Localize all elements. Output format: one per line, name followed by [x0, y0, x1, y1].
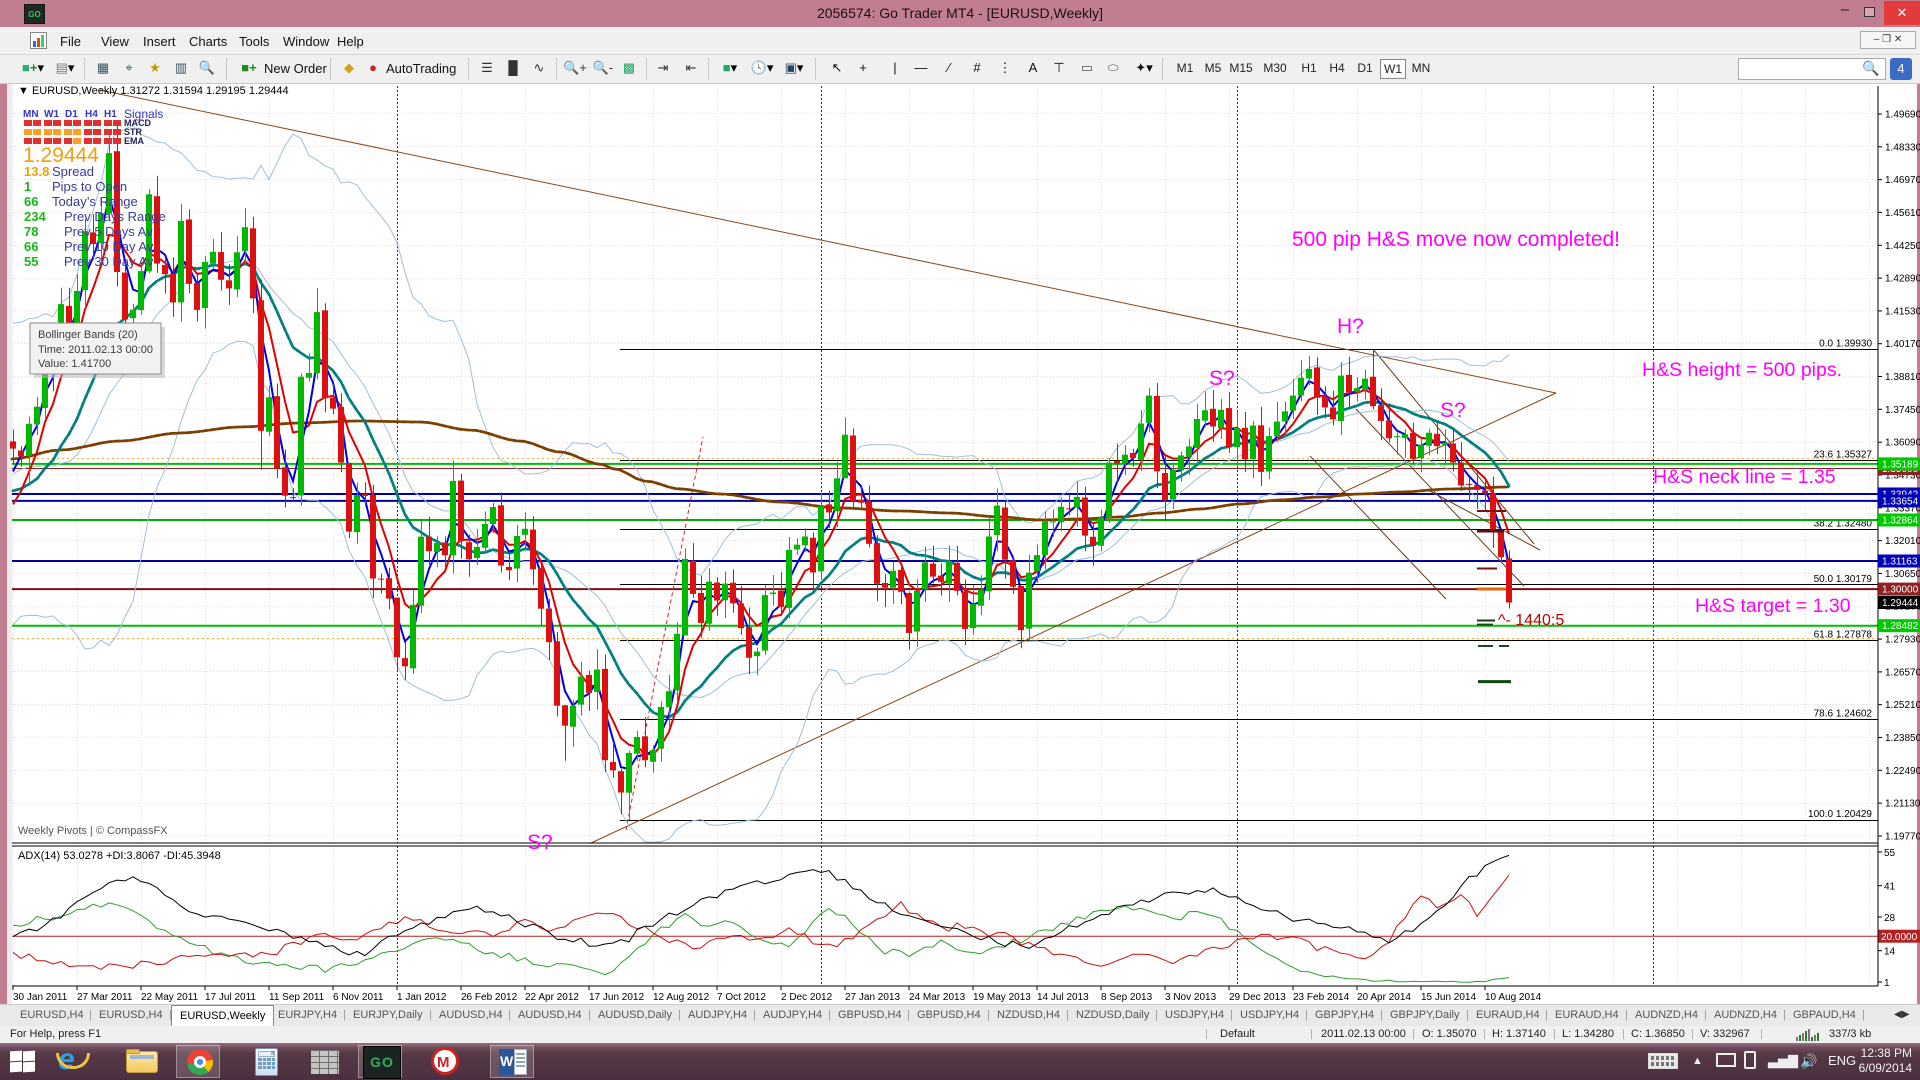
svg-text:^- 1440:5: ^- 1440:5 — [1498, 612, 1564, 629]
svg-text:Prev 10 Day Av: Prev 10 Day Av — [64, 239, 154, 254]
svg-text:1.31163: 1.31163 — [1882, 557, 1918, 568]
svg-text:Pips to Open: Pips to Open — [52, 179, 127, 194]
svg-text:Weekly Pivots | © CompassFX: Weekly Pivots | © CompassFX — [18, 825, 168, 837]
svg-text:30 Jan 2011: 30 Jan 2011 — [13, 992, 68, 1003]
svg-text:H&S target = 1.30: H&S target = 1.30 — [1695, 595, 1851, 617]
svg-text:2 Dec 2012: 2 Dec 2012 — [781, 992, 833, 1003]
svg-text:1: 1 — [24, 179, 31, 194]
svg-text:1 Jan 2012: 1 Jan 2012 — [397, 992, 447, 1003]
svg-text:1.36090: 1.36090 — [1885, 438, 1920, 449]
svg-text:55: 55 — [1884, 848, 1896, 859]
svg-text:27 Jan 2013: 27 Jan 2013 — [845, 992, 900, 1003]
svg-text:Bollinger Bands (20): Bollinger Bands (20) — [38, 329, 138, 341]
svg-text:1.33654: 1.33654 — [1882, 496, 1919, 507]
svg-text:Prev 5 Days Av: Prev 5 Days Av — [64, 224, 153, 239]
svg-text:1.23850: 1.23850 — [1885, 733, 1920, 744]
svg-text:41: 41 — [1884, 882, 1896, 893]
svg-text:1.29444: 1.29444 — [1882, 598, 1919, 609]
svg-text:1.19770: 1.19770 — [1885, 832, 1920, 843]
svg-text:1.42890: 1.42890 — [1885, 274, 1920, 285]
svg-text:1.26570: 1.26570 — [1885, 667, 1920, 678]
svg-text:S?: S? — [527, 831, 553, 854]
svg-text:H&S height = 500 pips.: H&S height = 500 pips. — [1642, 359, 1842, 381]
svg-text:▼ EURUSD,Weekly 1.31272 1.315: ▼ EURUSD,Weekly 1.31272 1.31594 1.29195 … — [18, 85, 289, 97]
svg-text:ADX(14) 53.0278 +DI:3.8067 -DI: ADX(14) 53.0278 +DI:3.8067 -DI:45.3948 — [18, 850, 221, 862]
svg-text:1.30650: 1.30650 — [1885, 569, 1920, 580]
svg-text:22 May 2011: 22 May 2011 — [141, 992, 199, 1003]
svg-text:Time: 2011.02.13 00:00: Time: 2011.02.13 00:00 — [38, 344, 153, 356]
svg-text:Today’s Range: Today’s Range — [52, 194, 138, 209]
svg-text:1.28482: 1.28482 — [1882, 621, 1919, 632]
svg-text:27 Mar 2011: 27 Mar 2011 — [77, 992, 133, 1003]
svg-text:100.0 1.20429: 100.0 1.20429 — [1808, 809, 1872, 820]
svg-text:D1: D1 — [65, 109, 78, 120]
svg-text:S?: S? — [1440, 399, 1466, 422]
svg-text:8 Sep 2013: 8 Sep 2013 — [1101, 992, 1153, 1003]
svg-text:22 Apr 2012: 22 Apr 2012 — [525, 992, 579, 1003]
svg-text:66: 66 — [24, 239, 38, 254]
svg-text:78.6 1.24602: 78.6 1.24602 — [1814, 708, 1873, 719]
svg-text:1.48330: 1.48330 — [1885, 142, 1920, 153]
svg-text:H4: H4 — [85, 109, 98, 120]
svg-text:1.37450: 1.37450 — [1885, 405, 1920, 416]
svg-text:1.35189: 1.35189 — [1882, 459, 1919, 470]
svg-text:15 Jun 2014: 15 Jun 2014 — [1421, 992, 1476, 1003]
svg-text:23 Feb 2014: 23 Feb 2014 — [1293, 992, 1350, 1003]
svg-text:12 Aug 2012: 12 Aug 2012 — [653, 992, 710, 1003]
svg-text:Prev 30 Day Av: Prev 30 Day Av — [64, 254, 154, 269]
svg-text:26 Feb 2012: 26 Feb 2012 — [461, 992, 518, 1003]
svg-text:14: 14 — [1884, 947, 1896, 958]
svg-text:17 Jun 2012: 17 Jun 2012 — [589, 992, 644, 1003]
svg-text:55: 55 — [24, 254, 38, 269]
svg-text:6 Nov 2011: 6 Nov 2011 — [333, 992, 384, 1003]
svg-text:Value: 1.41700: Value: 1.41700 — [38, 358, 111, 370]
svg-text:1.30000: 1.30000 — [1882, 585, 1919, 596]
svg-text:EMA: EMA — [124, 136, 145, 146]
svg-text:MN: MN — [23, 109, 39, 120]
svg-text:S?: S? — [1209, 367, 1235, 390]
svg-text:H&S neck line = 1.35: H&S neck line = 1.35 — [1653, 466, 1836, 488]
svg-text:1.45610: 1.45610 — [1885, 208, 1920, 219]
svg-text:1.22490: 1.22490 — [1885, 766, 1920, 777]
svg-text:24 Mar 2013: 24 Mar 2013 — [909, 992, 966, 1003]
svg-text:H1: H1 — [104, 109, 117, 120]
svg-text:1.46970: 1.46970 — [1885, 175, 1920, 186]
svg-text:500 pip H&S move now completed: 500 pip H&S move now completed! — [1292, 228, 1620, 251]
svg-text:1.44250: 1.44250 — [1885, 241, 1920, 252]
svg-text:1.27930: 1.27930 — [1885, 635, 1920, 646]
svg-text:Spread: Spread — [52, 164, 94, 179]
svg-text:50.0 1.30179: 50.0 1.30179 — [1814, 574, 1873, 585]
svg-text:14 Jul 2013: 14 Jul 2013 — [1037, 992, 1089, 1003]
svg-text:1.32010: 1.32010 — [1885, 536, 1920, 547]
svg-text:1.38810: 1.38810 — [1885, 372, 1920, 383]
svg-text:7 Oct 2012: 7 Oct 2012 — [717, 992, 766, 1003]
svg-text:1: 1 — [1884, 978, 1890, 989]
svg-text:10 Aug 2014: 10 Aug 2014 — [1485, 992, 1542, 1003]
svg-text:13.8: 13.8 — [24, 164, 49, 179]
svg-text:W1: W1 — [44, 109, 59, 120]
svg-text:1.41530: 1.41530 — [1885, 306, 1920, 317]
svg-text:20.0000: 20.0000 — [1881, 932, 1918, 943]
svg-text:H?: H? — [1337, 315, 1364, 338]
svg-text:1.40170: 1.40170 — [1885, 339, 1920, 350]
svg-text:17 Jul 2011: 17 Jul 2011 — [205, 992, 256, 1003]
svg-text:1.32864: 1.32864 — [1882, 516, 1919, 527]
svg-text:Prev Days Range: Prev Days Range — [64, 209, 166, 224]
svg-text:0.0 1.39930: 0.0 1.39930 — [1819, 339, 1872, 350]
svg-text:1.25210: 1.25210 — [1885, 700, 1920, 711]
svg-text:19 May 2013: 19 May 2013 — [973, 992, 1031, 1003]
svg-text:234: 234 — [24, 209, 46, 224]
svg-text:20 Apr 2014: 20 Apr 2014 — [1357, 992, 1411, 1003]
svg-text:3 Nov 2013: 3 Nov 2013 — [1165, 992, 1217, 1003]
svg-text:1.49690: 1.49690 — [1885, 110, 1920, 121]
svg-text:11 Sep 2011: 11 Sep 2011 — [269, 992, 325, 1003]
svg-text:78: 78 — [24, 224, 38, 239]
svg-text:29 Dec 2013: 29 Dec 2013 — [1229, 992, 1286, 1003]
svg-text:66: 66 — [24, 194, 38, 209]
svg-text:1.21130: 1.21130 — [1885, 799, 1920, 810]
svg-text:28: 28 — [1884, 913, 1896, 924]
